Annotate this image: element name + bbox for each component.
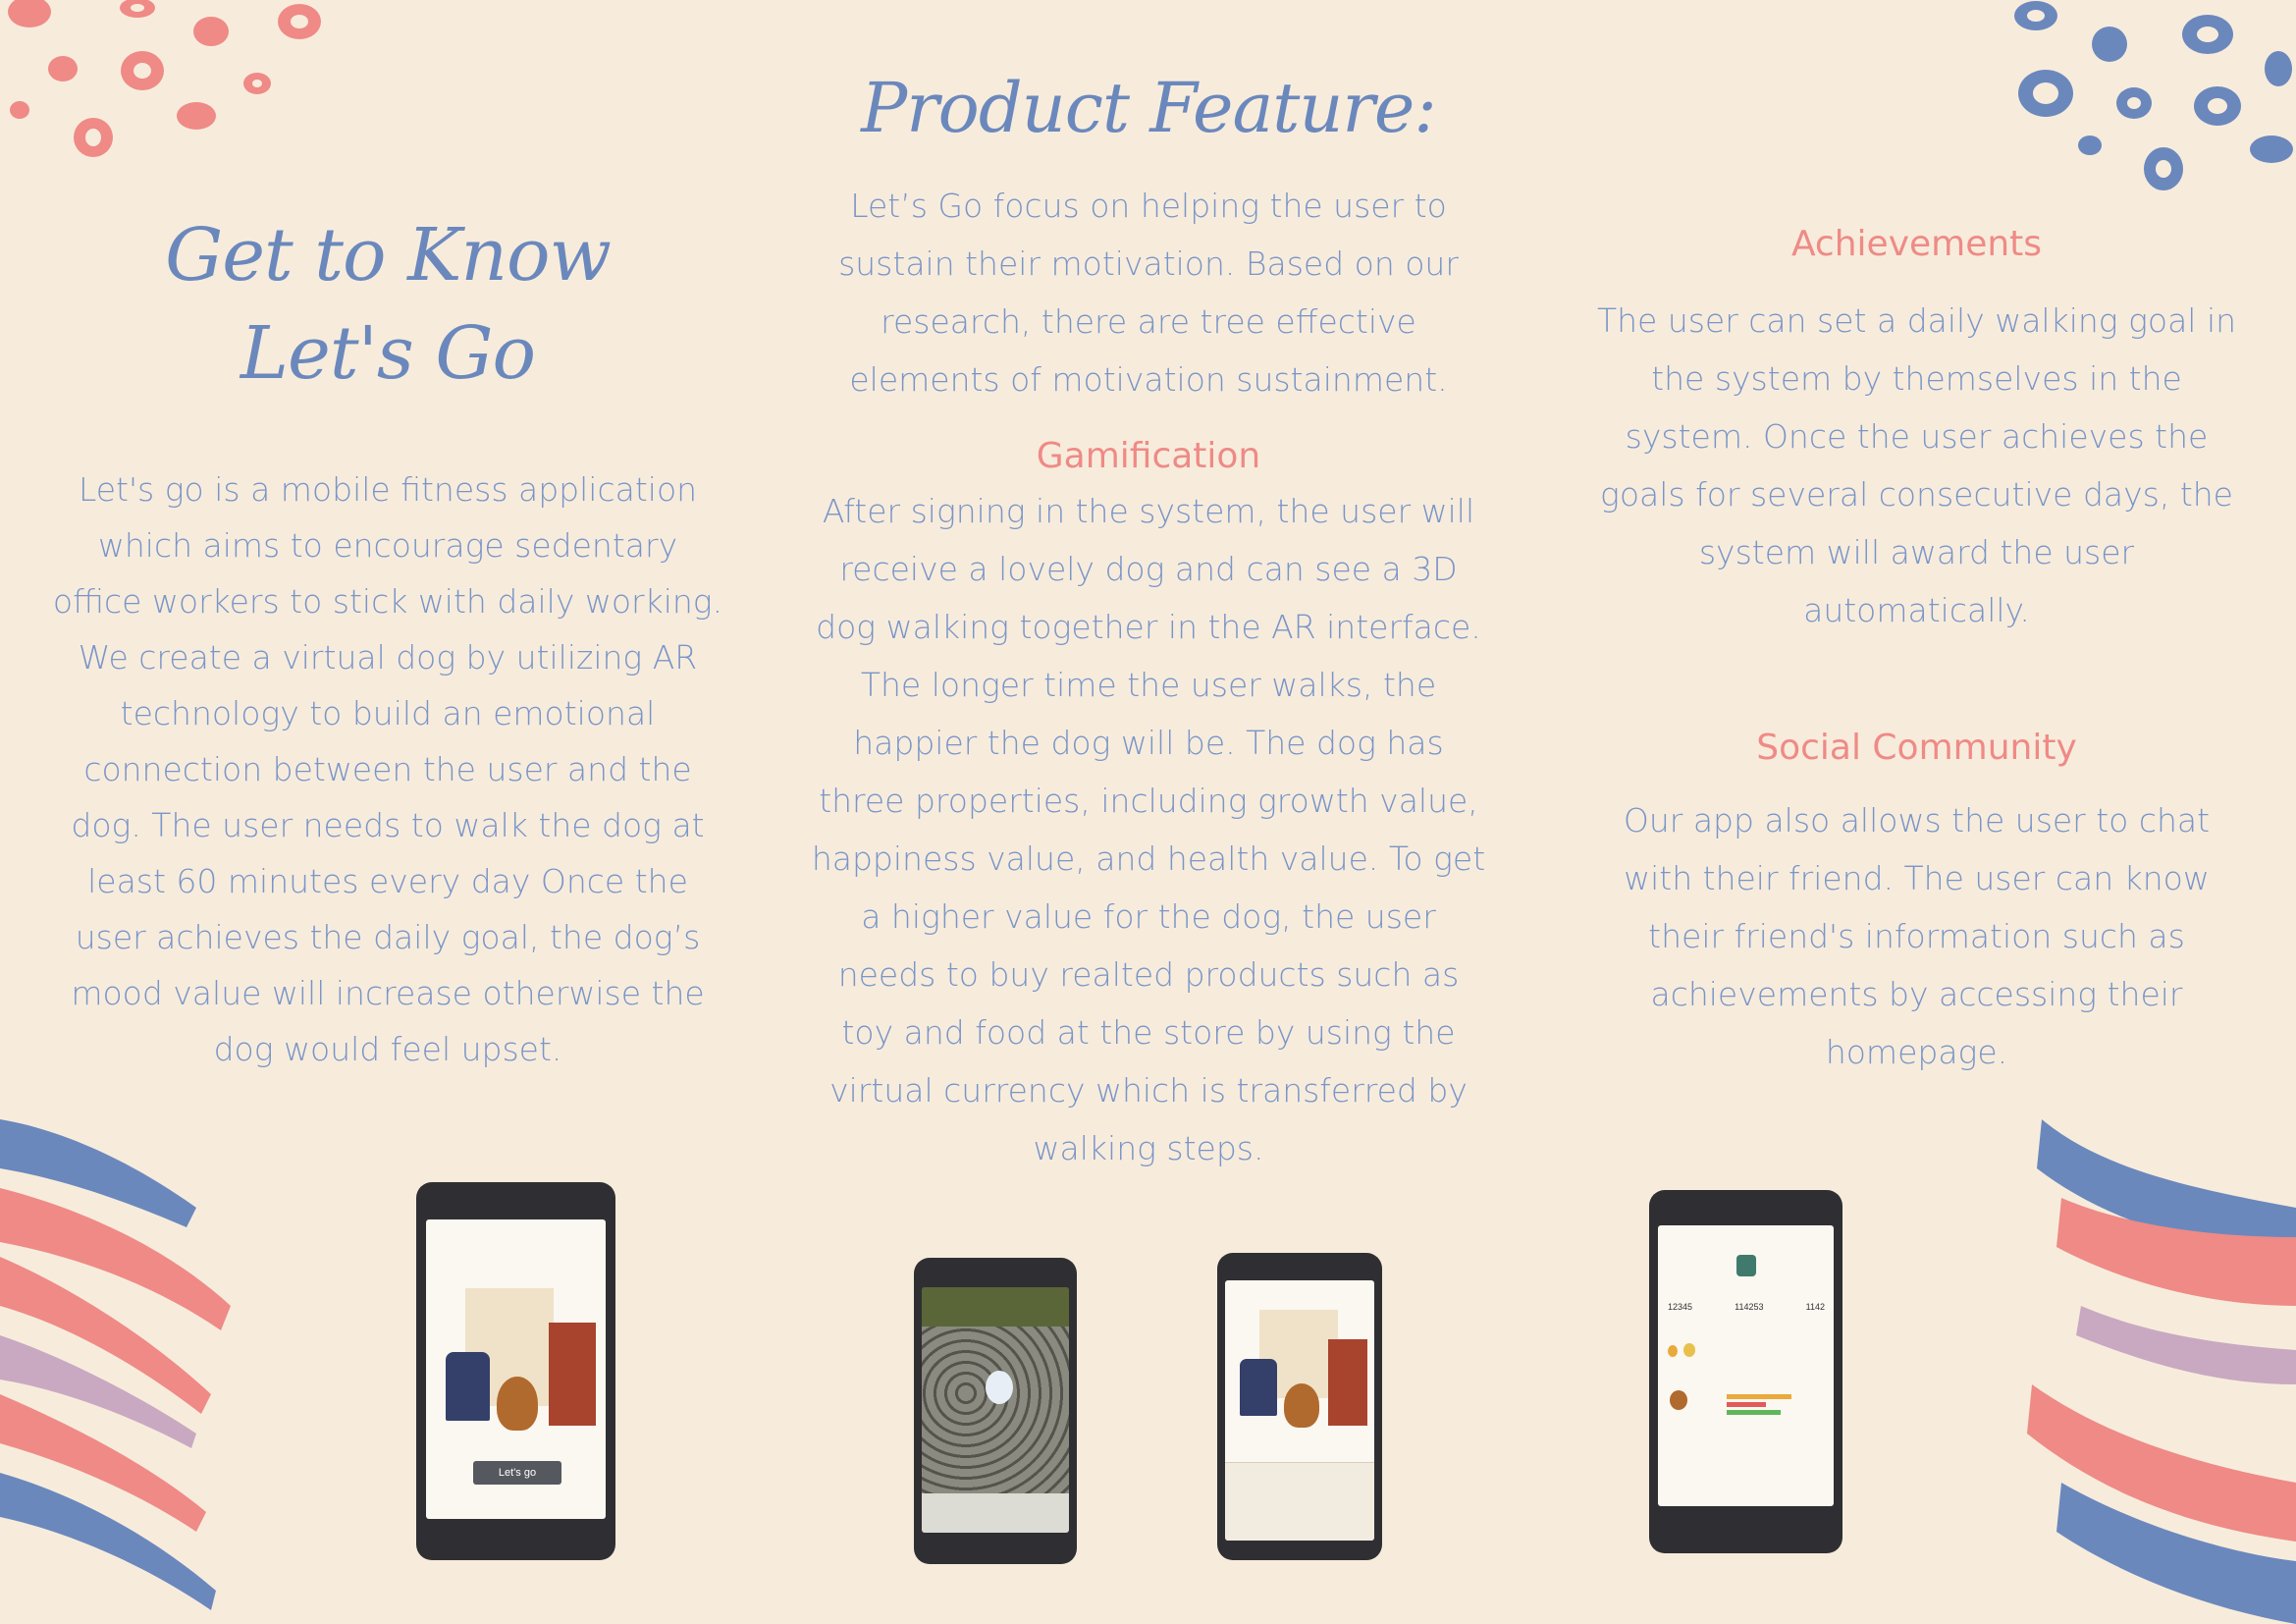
- ar-grass: [922, 1287, 1069, 1326]
- left-title-line2: Let's Go: [240, 311, 536, 396]
- ar-camera-view: [922, 1287, 1069, 1533]
- bookshelf-icon: [549, 1323, 596, 1426]
- stat-steps: 12345: [1668, 1302, 1693, 1312]
- gamification-heading: Gamification: [1036, 436, 1261, 476]
- center-column: Product Feature: Let’s Go focus on helpi…: [810, 59, 1487, 1177]
- pink-dots-icon: [8, 0, 321, 157]
- left-paragraph: Let's go is a mobile fitness application…: [52, 470, 723, 1068]
- achievements-text: The user can set a daily walking goal in…: [1596, 301, 2237, 629]
- blue-dots-icon: [2014, 1, 2293, 190]
- phone-home-screen: Let's go: [416, 1182, 615, 1560]
- dog-icon: [1284, 1383, 1319, 1428]
- armchair-icon: [1240, 1359, 1277, 1416]
- profile-stats: 12345 114253 1142: [1668, 1302, 1825, 1312]
- center-intro: Let’s Go focus on helping the user to su…: [838, 187, 1459, 399]
- profile-avatar: [1736, 1255, 1756, 1276]
- brush-right-icon: [2027, 1119, 2296, 1624]
- phone-profile-screen: 12345 114253 1142: [1649, 1190, 1842, 1553]
- store-toolbar: [1225, 1462, 1374, 1541]
- phone-screen: Let's go: [426, 1219, 606, 1519]
- pet-avatar: [1670, 1390, 1687, 1410]
- growth-bar: [1727, 1394, 1791, 1399]
- left-column: Get to Know Let's Go Let's go is a mobil…: [39, 206, 736, 1077]
- dog-icon: [497, 1377, 538, 1431]
- phone-store-screen: [1217, 1253, 1382, 1560]
- profile-screen: 12345 114253 1142: [1658, 1225, 1834, 1506]
- brush-left-icon: [0, 1119, 231, 1610]
- happiness-bar: [1727, 1410, 1781, 1415]
- badge-icon: [1683, 1343, 1695, 1357]
- center-title: Product Feature:: [861, 68, 1437, 148]
- store-screen: [1225, 1280, 1374, 1541]
- lets-go-button[interactable]: Let's go: [473, 1461, 561, 1485]
- armchair-icon: [446, 1352, 490, 1421]
- social-text: Our app also allows the user to chat wit…: [1623, 801, 2211, 1071]
- ar-floor: [922, 1493, 1069, 1533]
- stat-money: 1142: [1805, 1302, 1825, 1312]
- ar-stone-ground: [922, 1326, 1069, 1493]
- left-title-line1: Get to Know: [165, 213, 612, 298]
- badge-icon: [1668, 1345, 1678, 1357]
- social-heading: Social Community: [1756, 728, 2077, 768]
- health-bar: [1727, 1402, 1766, 1407]
- phone-ar-screen: [914, 1258, 1077, 1564]
- ar-dog-icon: [986, 1371, 1013, 1404]
- left-title: Get to Know Let's Go: [39, 206, 736, 403]
- gamification-text: After signing in the system, the user wi…: [811, 492, 1486, 1167]
- right-column: Achievements The user can set a daily wa…: [1585, 224, 2248, 1081]
- stat-total: 114253: [1735, 1302, 1764, 1312]
- bookshelf-icon: [1328, 1339, 1367, 1426]
- achievements-heading: Achievements: [1790, 224, 2043, 264]
